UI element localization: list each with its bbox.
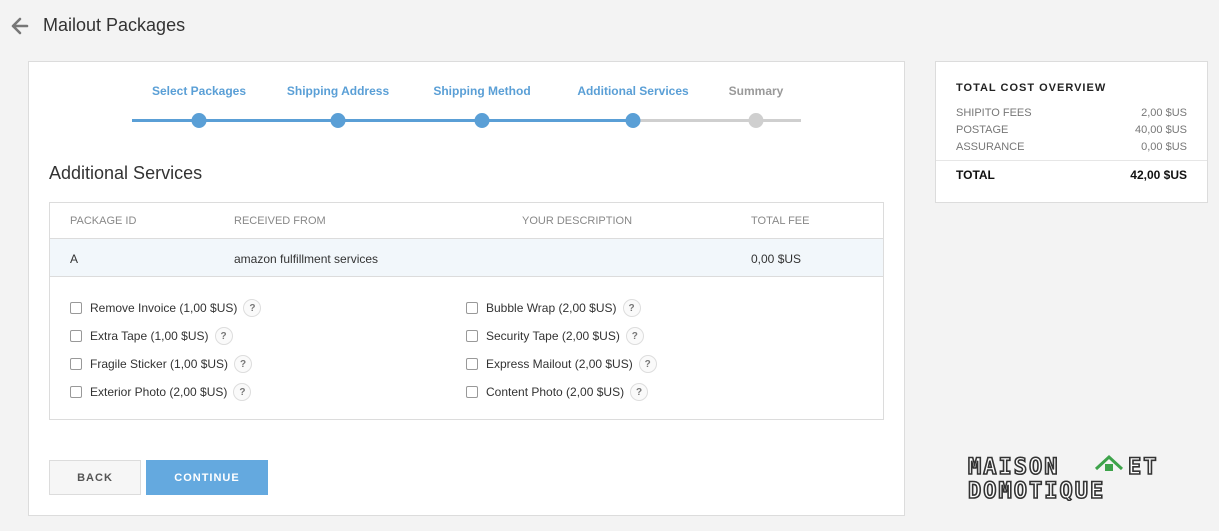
service-exterior-photo: Exterior Photo (2,00 $US) ? bbox=[70, 382, 252, 402]
service-label: Bubble Wrap (2,00 $US) bbox=[486, 301, 617, 315]
step-dot-summary bbox=[748, 113, 764, 128]
house-icon bbox=[1094, 454, 1124, 471]
service-label: Fragile Sticker (1,00 $US) bbox=[90, 357, 229, 371]
cost-total-name: TOTAL bbox=[956, 168, 995, 182]
exterior-photo-checkbox[interactable] bbox=[70, 386, 82, 398]
service-label: Exterior Photo (2,00 $US) bbox=[90, 385, 228, 399]
back-button[interactable]: BACK bbox=[49, 460, 141, 495]
service-label: Extra Tape (1,00 $US) bbox=[90, 329, 209, 343]
step-dot-shipping-address bbox=[330, 113, 346, 128]
question-circle-icon[interactable]: ? bbox=[625, 327, 644, 345]
cost-value: 40,00 $US bbox=[1135, 124, 1187, 136]
question-circle-icon[interactable]: ? bbox=[214, 327, 233, 345]
services-list: Remove Invoice (1,00 $US) ? Extra Tape (… bbox=[50, 278, 883, 418]
cell-package-id: A bbox=[70, 252, 79, 266]
stepper-progress-done bbox=[132, 119, 634, 122]
cost-overview-title: TOTAL COST OVERVIEW bbox=[956, 82, 1107, 94]
page-title: Mailout Packages bbox=[43, 15, 186, 35]
column-total-fee: TOTAL FEE bbox=[751, 215, 810, 227]
cost-value: 0,00 $US bbox=[1141, 141, 1187, 153]
question-circle-icon[interactable]: ? bbox=[243, 299, 262, 317]
cost-name: SHIPITO FEES bbox=[956, 107, 1032, 119]
remove-invoice-checkbox[interactable] bbox=[70, 302, 82, 314]
column-received-from: RECEIVED FROM bbox=[234, 215, 326, 227]
step-additional-services[interactable]: Additional Services bbox=[577, 84, 688, 98]
security-tape-checkbox[interactable] bbox=[466, 330, 478, 342]
service-label: Content Photo (2,00 $US) bbox=[486, 385, 625, 399]
content-photo-checkbox[interactable] bbox=[466, 386, 478, 398]
step-select-packages[interactable]: Select Packages bbox=[152, 84, 246, 98]
package-table: PACKAGE ID RECEIVED FROM YOUR DESCRIPTIO… bbox=[49, 202, 884, 420]
service-label: Remove Invoice (1,00 $US) bbox=[90, 301, 238, 315]
step-shipping-method[interactable]: Shipping Method bbox=[433, 84, 530, 98]
fragile-sticker-checkbox[interactable] bbox=[70, 358, 82, 370]
question-circle-icon[interactable]: ? bbox=[234, 355, 253, 373]
step-dot-additional-services bbox=[625, 113, 641, 128]
table-header: PACKAGE ID RECEIVED FROM YOUR DESCRIPTIO… bbox=[50, 203, 883, 239]
column-your-description: YOUR DESCRIPTION bbox=[522, 215, 633, 227]
service-content-photo: Content Photo (2,00 $US) ? bbox=[466, 382, 649, 402]
question-circle-icon[interactable]: ? bbox=[622, 299, 641, 317]
logo-line-1b: ET bbox=[1128, 455, 1159, 480]
main-card: Select Packages Shipping Address Shippin… bbox=[28, 61, 905, 516]
cell-received-from: amazon fulfillment services bbox=[234, 252, 379, 266]
cell-total-fee: 0,00 $US bbox=[751, 252, 802, 266]
cost-value: 2,00 $US bbox=[1141, 107, 1187, 119]
bubble-wrap-checkbox[interactable] bbox=[466, 302, 478, 314]
step-shipping-address[interactable]: Shipping Address bbox=[287, 84, 389, 98]
stepper-progress-todo bbox=[634, 119, 801, 122]
service-fragile-sticker: Fragile Sticker (1,00 $US) ? bbox=[70, 354, 253, 374]
cost-total-value: 42,00 $US bbox=[1130, 168, 1187, 182]
arrow-left-icon[interactable] bbox=[10, 16, 30, 36]
maison-et-domotique-logo: MAISON ET DOMOTIQUE bbox=[968, 454, 1159, 501]
continue-button[interactable]: CONTINUE bbox=[146, 460, 268, 495]
cost-name: ASSURANCE bbox=[956, 141, 1025, 153]
total-cost-overview: TOTAL COST OVERVIEW SHIPITO FEES 2,00 $U… bbox=[935, 61, 1208, 203]
service-security-tape: Security Tape (2,00 $US) ? bbox=[466, 326, 644, 346]
service-bubble-wrap: Bubble Wrap (2,00 $US) ? bbox=[466, 298, 641, 318]
question-circle-icon[interactable]: ? bbox=[638, 355, 657, 373]
service-express-mailout: Express Mailout (2,00 $US) ? bbox=[466, 354, 657, 374]
section-title: Additional Services bbox=[49, 163, 203, 183]
service-remove-invoice: Remove Invoice (1,00 $US) ? bbox=[70, 298, 262, 318]
stepper: Select Packages Shipping Address Shippin… bbox=[29, 62, 906, 142]
page-header: Mailout Packages bbox=[0, 0, 1219, 52]
logo-line-1: MAISON bbox=[968, 455, 1059, 480]
service-label: Security Tape (2,00 $US) bbox=[486, 329, 620, 343]
table-row: A amazon fulfillment services 0,00 $US bbox=[50, 239, 883, 277]
extra-tape-checkbox[interactable] bbox=[70, 330, 82, 342]
cost-divider bbox=[936, 160, 1207, 161]
step-dot-shipping-method bbox=[474, 113, 490, 128]
express-mailout-checkbox[interactable] bbox=[466, 358, 478, 370]
question-circle-icon[interactable]: ? bbox=[233, 383, 252, 401]
step-summary: Summary bbox=[728, 84, 784, 98]
logo-line-2: DOMOTIQUE bbox=[968, 479, 1105, 501]
service-label: Express Mailout (2,00 $US) bbox=[486, 357, 633, 371]
question-circle-icon[interactable]: ? bbox=[630, 383, 649, 401]
step-dot-select-packages bbox=[191, 113, 207, 128]
column-package-id: PACKAGE ID bbox=[70, 215, 137, 227]
cost-name: POSTAGE bbox=[956, 124, 1009, 136]
service-extra-tape: Extra Tape (1,00 $US) ? bbox=[70, 326, 233, 346]
